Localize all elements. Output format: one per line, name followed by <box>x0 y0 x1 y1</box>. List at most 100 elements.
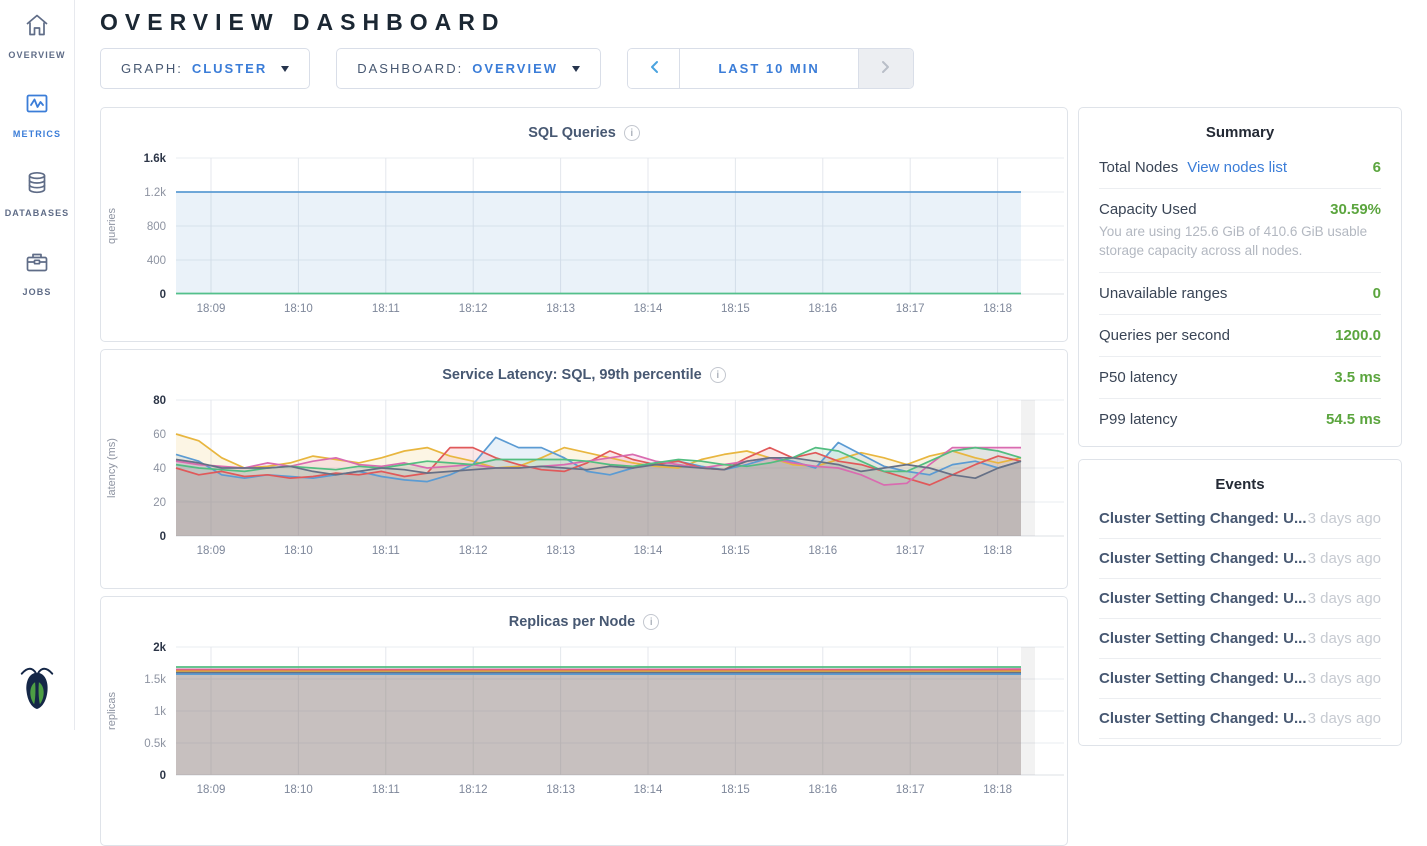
info-icon[interactable]: i <box>624 125 640 141</box>
event-time: 3 days ago <box>1308 590 1381 607</box>
events-title: Events <box>1099 460 1381 499</box>
svg-text:18:10: 18:10 <box>284 545 313 557</box>
events-panel: Events Cluster Setting Changed: U... 3 d… <box>1078 459 1402 746</box>
chart-pulse-icon <box>24 91 50 122</box>
svg-text:18:12: 18:12 <box>459 784 488 796</box>
summary-row-value: 6 <box>1373 159 1381 176</box>
summary-row-label: Queries per second <box>1099 327 1230 344</box>
svg-text:18:12: 18:12 <box>459 303 488 315</box>
summary-row-value: 0 <box>1373 285 1381 302</box>
event-row: Cluster Setting Changed: U... 3 days ago <box>1099 699 1381 739</box>
sidebar-item-metrics[interactable]: METRICS <box>13 91 61 139</box>
event-row: Cluster Setting Changed: U... 3 days ago <box>1099 619 1381 659</box>
chevron-down-icon <box>572 66 580 72</box>
time-range-next-button[interactable] <box>858 49 913 88</box>
sidebar-item-label: DATABASES <box>5 208 70 218</box>
time-range-value[interactable]: LAST 10 MIN <box>680 49 858 88</box>
summary-row-label: P99 latency <box>1099 411 1177 428</box>
event-time: 3 days ago <box>1308 670 1381 687</box>
chevron-left-icon <box>649 60 659 77</box>
sidebar-item-jobs[interactable]: JOBS <box>23 249 52 297</box>
svg-text:1k: 1k <box>154 706 166 718</box>
event-row: Cluster Setting Changed: U... 3 days ago <box>1099 579 1381 619</box>
sql-queries-chart[interactable]: 18:0918:1018:1118:1218:1318:1418:1518:16… <box>101 149 1064 319</box>
svg-text:18:13: 18:13 <box>546 303 575 315</box>
chart-title: Service Latency: SQL, 99th percentile <box>442 367 702 383</box>
svg-text:replicas: replicas <box>106 692 118 730</box>
event-text: Cluster Setting Changed: U... <box>1099 630 1307 647</box>
svg-text:1.6k: 1.6k <box>144 153 167 165</box>
svg-text:18:17: 18:17 <box>896 303 925 315</box>
summary-title: Summary <box>1099 108 1381 147</box>
svg-text:400: 400 <box>147 255 166 267</box>
chart-title: Replicas per Node <box>509 614 636 630</box>
event-row: Cluster Setting Changed: U... 3 days ago <box>1099 659 1381 699</box>
event-time: 3 days ago <box>1308 550 1381 567</box>
svg-text:18:15: 18:15 <box>721 784 750 796</box>
dashboard-selector[interactable]: DASHBOARD: OVERVIEW <box>336 48 601 89</box>
svg-text:0.5k: 0.5k <box>144 738 166 750</box>
sidebar-item-overview[interactable]: OVERVIEW <box>8 12 65 60</box>
time-range-prev-button[interactable] <box>628 49 680 88</box>
event-row: Cluster Setting Changed: U... 3 days ago <box>1099 539 1381 579</box>
svg-text:18:16: 18:16 <box>808 545 837 557</box>
svg-text:18:17: 18:17 <box>896 545 925 557</box>
sidebar: OVERVIEW METRICS DATABASES <box>0 0 75 730</box>
svg-text:18:18: 18:18 <box>983 784 1012 796</box>
view-nodes-list-link[interactable]: View nodes list <box>1187 159 1287 176</box>
svg-text:18:10: 18:10 <box>284 784 313 796</box>
summary-row-capacity: Capacity Used 30.59% You are using 125.6… <box>1099 189 1381 273</box>
svg-text:18:13: 18:13 <box>546 545 575 557</box>
info-icon[interactable]: i <box>643 614 659 630</box>
graph-selector[interactable]: GRAPH: CLUSTER <box>100 48 310 89</box>
briefcase-icon <box>24 249 50 280</box>
svg-text:18:18: 18:18 <box>983 545 1012 557</box>
svg-text:18:11: 18:11 <box>372 784 400 796</box>
cockroach-logo[interactable] <box>16 661 58 720</box>
svg-text:1.5k: 1.5k <box>144 674 166 686</box>
graph-selector-label: GRAPH: <box>121 61 183 76</box>
replicas-per-node-chart[interactable]: 18:0918:1018:1118:1218:1318:1418:1518:16… <box>101 638 1064 800</box>
svg-text:queries: queries <box>106 207 118 244</box>
svg-text:2k: 2k <box>153 642 166 654</box>
svg-text:18:17: 18:17 <box>896 784 925 796</box>
svg-text:18:14: 18:14 <box>634 784 663 796</box>
info-icon[interactable]: i <box>710 367 726 383</box>
svg-text:latency (ms): latency (ms) <box>106 438 118 498</box>
svg-text:1.2k: 1.2k <box>144 187 166 199</box>
svg-text:0: 0 <box>160 531 166 543</box>
database-icon <box>24 170 50 201</box>
sidebar-item-label: OVERVIEW <box>8 50 65 60</box>
controls-bar: GRAPH: CLUSTER DASHBOARD: OVERVIEW LAST … <box>100 48 1427 89</box>
summary-row-value: 3.5 ms <box>1334 369 1381 386</box>
summary-row-qps: Queries per second 1200.0 <box>1099 315 1381 357</box>
sql-queries-chart-card: SQL Queries i 18:0918:1018:1118:1218:131… <box>100 107 1068 342</box>
event-time: 3 days ago <box>1308 630 1381 647</box>
svg-text:18:15: 18:15 <box>721 545 750 557</box>
replicas-per-node-chart-card: Replicas per Node i 18:0918:1018:1118:12… <box>100 596 1068 846</box>
summary-row-p99: P99 latency 54.5 ms <box>1099 399 1381 440</box>
event-text: Cluster Setting Changed: U... <box>1099 550 1307 567</box>
service-latency-chart[interactable]: 18:0918:1018:1118:1218:1318:1418:1518:16… <box>101 391 1064 561</box>
chart-title: SQL Queries <box>528 125 616 141</box>
svg-text:80: 80 <box>153 395 166 407</box>
page-title: OVERVIEW DASHBOARD <box>100 9 1427 36</box>
dashboard-selector-value: OVERVIEW <box>472 61 558 76</box>
svg-text:60: 60 <box>153 429 166 441</box>
svg-text:18:13: 18:13 <box>546 784 575 796</box>
sidebar-item-label: METRICS <box>13 129 61 139</box>
svg-text:18:11: 18:11 <box>372 545 400 557</box>
sidebar-item-databases[interactable]: DATABASES <box>5 170 70 218</box>
summary-row-label: P50 latency <box>1099 369 1177 386</box>
capacity-note: You are using 125.6 GiB of 410.6 GiB usa… <box>1099 218 1381 260</box>
event-text: Cluster Setting Changed: U... <box>1099 590 1307 607</box>
summary-row-value: 1200.0 <box>1335 327 1381 344</box>
summary-row-value: 54.5 ms <box>1326 411 1381 428</box>
svg-text:800: 800 <box>147 221 166 233</box>
summary-row-value: 30.59% <box>1330 201 1381 218</box>
svg-text:18:14: 18:14 <box>634 303 663 315</box>
event-text: Cluster Setting Changed: U... <box>1099 670 1307 687</box>
svg-text:0: 0 <box>160 289 166 301</box>
svg-text:18:12: 18:12 <box>459 545 488 557</box>
svg-text:18:10: 18:10 <box>284 303 313 315</box>
